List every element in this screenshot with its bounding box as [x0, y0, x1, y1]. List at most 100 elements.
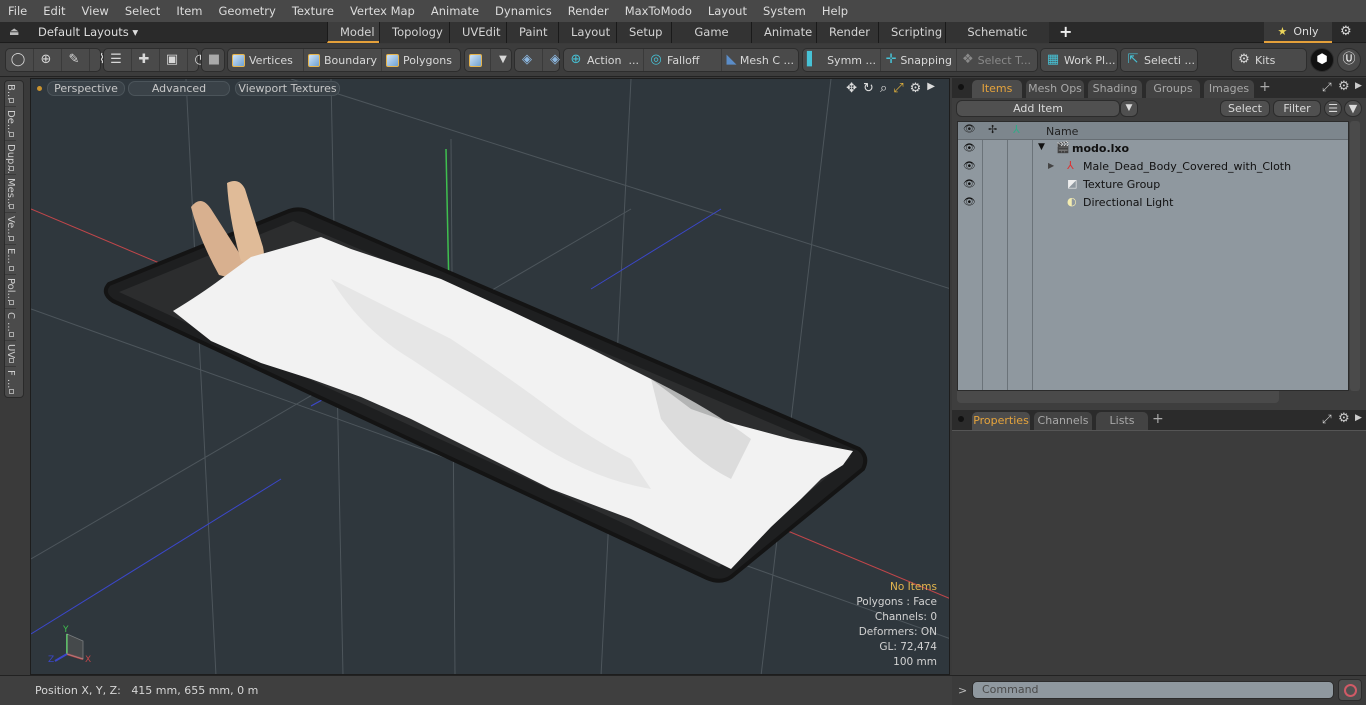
menu-texture[interactable]: Texture [284, 0, 342, 22]
expand-arrow-icon[interactable]: ▶ [927, 81, 935, 96]
world-transform-icon[interactable]: ◈ [515, 49, 543, 71]
panel-gear-icon[interactable]: ⚙ [1338, 411, 1350, 426]
selection-sets-button[interactable]: ⇱ Selecti ... [1120, 48, 1198, 72]
tab-game-tools[interactable]: Game Tools [671, 22, 751, 59]
menu-edit[interactable]: Edit [35, 0, 73, 22]
tree-row-texture-group[interactable]: 👁 ◩ Texture Group [958, 176, 1348, 194]
tab-mesh-ops[interactable]: Mesh Ops [1026, 80, 1084, 98]
tab-basic[interactable]: B... [5, 81, 16, 107]
add-item-dropdown-icon[interactable]: ▼ [1120, 100, 1138, 117]
tab-groups[interactable]: Groups [1146, 80, 1200, 98]
rotate-icon[interactable]: ↻ [863, 81, 874, 96]
menu-render[interactable]: Render [560, 0, 617, 22]
list-options-icon[interactable]: ☰ [1324, 100, 1342, 117]
tab-edge[interactable]: E... [5, 245, 16, 275]
sphere-tool-icon[interactable]: ⊕ [34, 49, 62, 71]
select-through-button[interactable]: ❖ Select T... [957, 49, 1035, 71]
tab-animate[interactable]: Animate [751, 22, 816, 43]
kits-button[interactable]: ⚙ Kits [1231, 48, 1307, 72]
shading-mode-button[interactable]: Advanced [128, 81, 230, 96]
visibility-eye-icon[interactable]: 👁 [963, 179, 976, 190]
tab-layout[interactable]: Layout [558, 22, 616, 43]
item-list-horizontal-scrollbar[interactable] [957, 391, 1279, 403]
panel-menu-arrow-icon[interactable]: ▶ [1355, 413, 1362, 423]
viewport-gear-icon[interactable]: ⚙ [910, 81, 922, 96]
menu-file[interactable]: File [0, 0, 35, 22]
pen-tool-icon[interactable]: ✎ [62, 49, 90, 71]
tab-properties[interactable]: Properties [972, 412, 1030, 430]
material-cube-icon[interactable] [465, 49, 491, 71]
default-layouts-dropdown[interactable]: Default Layouts ▾ [38, 25, 138, 39]
tab-items[interactable]: Items [972, 80, 1022, 98]
menu-dynamics[interactable]: Dynamics [487, 0, 560, 22]
menu-select[interactable]: Select [117, 0, 168, 22]
panel-options-dot[interactable] [958, 84, 964, 90]
tab-scripting[interactable]: Scripting [878, 22, 945, 43]
polygons-button[interactable]: Polygons [382, 49, 458, 71]
gear-icon[interactable]: ⚙ [1340, 24, 1352, 39]
tab-model[interactable]: Model [327, 22, 379, 43]
menu-system[interactable]: System [755, 0, 814, 22]
action-button[interactable]: ⊕ Action ... [564, 49, 644, 71]
tab-paint[interactable]: Paint [506, 22, 558, 43]
menu-layout[interactable]: Layout [700, 0, 755, 22]
tab-mesh-edit[interactable]: Mes... [5, 175, 16, 213]
unwrap-tool-icon[interactable]: ✚ [132, 49, 160, 71]
menu-animate[interactable]: Animate [423, 0, 487, 22]
tab-channels[interactable]: Channels [1034, 412, 1092, 430]
render-kit-button[interactable]: ⬢ [1310, 48, 1334, 72]
only-button[interactable]: ★ Only [1264, 22, 1332, 43]
tab-topology[interactable]: Topology [379, 22, 449, 43]
vertices-button[interactable]: Vertices [228, 49, 304, 71]
falloff-button[interactable]: ◎ Falloff [644, 49, 722, 71]
tree-row-scene[interactable]: 👁 ▼ 🎬 modo.lxo [958, 140, 1348, 158]
tab-vertex[interactable]: Ve... [5, 213, 16, 245]
item-mode-button[interactable]: ■ [201, 48, 225, 72]
select-button[interactable]: Select [1220, 100, 1270, 117]
panel-gear-icon[interactable]: ⚙ [1338, 79, 1350, 94]
tab-setup[interactable]: Setup [616, 22, 671, 43]
visibility-eye-icon[interactable]: 👁 [963, 197, 976, 208]
unreal-kit-button[interactable]: Ⓤ [1337, 48, 1361, 72]
filter-funnel-icon[interactable]: ▼ [1344, 100, 1362, 117]
tab-duplicate[interactable]: Dup... [5, 141, 16, 175]
circle-tool-icon[interactable]: ◯ [6, 49, 34, 71]
panel-menu-arrow-icon[interactable]: ▶ [1355, 81, 1362, 91]
tab-shading[interactable]: Shading [1088, 80, 1142, 98]
tab-uv[interactable]: UV [5, 341, 16, 367]
menu-maxtomodo[interactable]: MaxToModo [617, 0, 700, 22]
collapse-arrow-icon[interactable]: ▼ [1038, 142, 1045, 152]
add-panel-tab-button[interactable]: + [1152, 411, 1164, 427]
menu-vertex-map[interactable]: Vertex Map [342, 0, 423, 22]
tab-polygon[interactable]: Pol... [5, 275, 16, 309]
symmetry-button[interactable]: ▌ Symm ... [803, 49, 881, 71]
tab-schematic-fusion[interactable]: Schematic Fusion [945, 22, 1049, 59]
panel-maximize-icon[interactable]: ⤢ [1322, 80, 1332, 95]
3d-viewport[interactable]: Y X Z Perspective Advanced Viewport Text… [30, 78, 950, 675]
tree-row-mesh[interactable]: 👁 ▶ ⅄ Male_Dead_Body_Covered_with_Cloth [958, 158, 1348, 176]
tab-deform[interactable]: De... [5, 107, 16, 141]
mesh-constraints-button[interactable]: ◣ Mesh C ... [722, 49, 798, 71]
tab-curve[interactable]: C ... [5, 309, 16, 341]
zoom-icon[interactable]: ⌕ [880, 81, 887, 96]
menu-view[interactable]: View [74, 0, 117, 22]
command-input[interactable]: Command [972, 681, 1334, 699]
menu-item[interactable]: Item [168, 0, 210, 22]
lock-column-icon[interactable]: ✢ [988, 123, 997, 136]
collapse-icon[interactable]: ⏏ [9, 25, 21, 39]
type-column-icon[interactable]: ⅄ [1013, 123, 1020, 136]
snapping-button[interactable]: ✛ Snapping [881, 49, 957, 71]
panel-maximize-icon[interactable]: ⤢ [1322, 412, 1332, 427]
tab-fusion[interactable]: F ... [5, 367, 16, 397]
name-column-header[interactable]: Name [1046, 125, 1078, 138]
add-panel-tab-button[interactable]: + [1259, 79, 1271, 95]
visibility-eye-icon[interactable]: 👁 [963, 143, 976, 154]
add-item-button[interactable]: Add Item [956, 100, 1120, 117]
pan-icon[interactable]: ✥ [846, 81, 857, 96]
expand-arrow-icon[interactable]: ▶ [1048, 161, 1054, 170]
tree-row-light[interactable]: 👁 ◐ Directional Light [958, 194, 1348, 212]
add-tab-button[interactable]: + [1049, 22, 1082, 43]
view-mode-button[interactable]: Perspective [47, 81, 125, 96]
panel-options-dot[interactable] [958, 416, 964, 422]
menu-help[interactable]: Help [814, 0, 856, 22]
